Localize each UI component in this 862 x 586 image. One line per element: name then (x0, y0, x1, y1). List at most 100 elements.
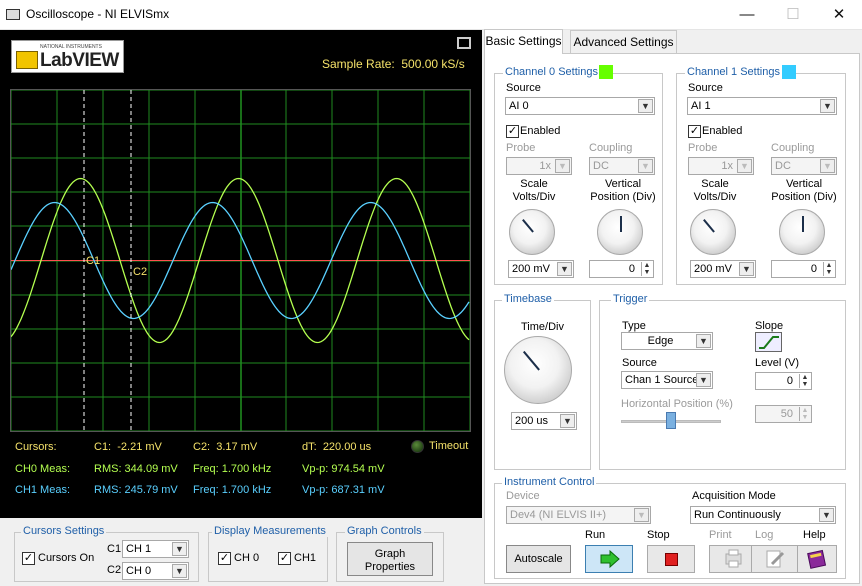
c2-select-label: C2 (107, 564, 122, 576)
channel1-title: Channel 1 Settings (685, 66, 782, 78)
restore-graph-icon[interactable] (457, 37, 471, 49)
time-div-value: 200 us (515, 415, 549, 427)
c1-channel-select[interactable]: CH 1 ▼ (122, 540, 189, 558)
dt-readout-label: dT: (302, 441, 317, 453)
chevron-down-icon: ▼ (557, 262, 572, 276)
spinner-arrows-icon[interactable]: ▲ ▼ (641, 262, 652, 276)
chevron-down-icon: ▼ (820, 159, 835, 173)
spinner-arrows-icon[interactable]: ▲ ▼ (823, 262, 834, 276)
ch1-vpos-value: 0 (810, 263, 817, 275)
horizontal-position-spinner[interactable]: 50 ▲ ▼ (755, 405, 812, 423)
spinner-arrows-icon[interactable]: ▲ ▼ (799, 407, 810, 421)
rising-slope-button[interactable] (755, 332, 782, 352)
ch1-freq: Freq: 1.700 kHz (193, 484, 272, 496)
knob-indicator (522, 219, 534, 233)
acquisition-mode-label: Acquisition Mode (692, 490, 776, 502)
ch1-scale-select[interactable]: 200 mV ▼ (690, 260, 756, 278)
ch1-source-select[interactable]: AI 1 ▼ (687, 97, 837, 115)
help-button[interactable] (797, 545, 837, 573)
sample-rate-readout: Sample Rate: 500.00 kS/s (322, 57, 465, 71)
knob-indicator (802, 216, 804, 232)
ch0-enabled-checkbox[interactable]: ✓ (506, 125, 519, 138)
device-select[interactable]: Dev4 (NI ELVIS II+) ▼ (506, 506, 651, 524)
ch1-source-value: AI 1 (691, 100, 711, 112)
cursors-on-checkbox[interactable]: ✓ (22, 552, 35, 565)
trigger-type-select[interactable]: Edge ▼ (621, 332, 713, 350)
ch0-scale-label: Scale Volts/Div (512, 178, 556, 203)
ch1-enabled-checkbox[interactable]: ✓ (688, 125, 701, 138)
ch1-probe-value: 1x (721, 160, 733, 172)
oscilloscope-graph[interactable]: C1 C2 (10, 89, 471, 432)
stop-square-icon (665, 553, 678, 566)
knob-indicator (620, 216, 622, 232)
help-label: Help (803, 529, 826, 541)
minimize-button[interactable]: — (724, 0, 770, 30)
device-value: Dev4 (NI ELVIS II+) (510, 509, 607, 521)
ch1-vpos-spinner[interactable]: 0 ▲ ▼ (771, 260, 836, 278)
chevron-down-icon: ▼ (172, 542, 187, 556)
trigger-title: Trigger (611, 293, 650, 305)
graph-properties-button[interactable]: Graph Properties (347, 542, 433, 576)
ch0-source-select[interactable]: AI 0 ▼ (505, 97, 655, 115)
cursor2-label: C2 (133, 266, 147, 278)
trigger-level-value: 0 (786, 375, 793, 387)
ch1-coupling-select[interactable]: DC ▼ (771, 157, 837, 175)
ch0-scale-knob[interactable] (509, 209, 555, 255)
log-pencil-icon (766, 550, 785, 568)
ch0-vpos-spinner[interactable]: 0 ▲ ▼ (589, 260, 654, 278)
maximize-button[interactable]: ☐ (770, 0, 816, 30)
trigger-source-value: Chan 1 Source (625, 374, 699, 386)
ch0-probe-select[interactable]: 1x ▼ (506, 157, 572, 175)
time-div-knob[interactable] (504, 336, 572, 404)
chevron-down-icon: ▼ (638, 99, 653, 113)
log-label: Log (755, 529, 774, 541)
ch0-display-checkbox[interactable]: ✓ (218, 552, 231, 565)
log-button[interactable] (751, 545, 799, 573)
tab-advanced-settings[interactable]: Advanced Settings (570, 30, 677, 54)
rising-slope-icon (759, 336, 779, 349)
ch0-source-label: Source (506, 82, 541, 94)
c1-select-label: C1 (107, 543, 122, 555)
help-book-icon (807, 549, 827, 569)
trigger-level-spinner[interactable]: 0 ▲ ▼ (755, 372, 812, 390)
acquisition-mode-select[interactable]: Run Continuously ▼ (690, 506, 836, 524)
ch1-scale-label: Scale Volts/Div (693, 178, 737, 203)
ch1-display-checkbox[interactable]: ✓ (278, 552, 291, 565)
c1-readout: C1: -2.21 mV (94, 441, 162, 453)
close-button[interactable]: ✕ (816, 0, 862, 30)
ch1-source-label: Source (688, 82, 723, 94)
print-button[interactable] (709, 545, 757, 573)
c2-channel-select[interactable]: CH 0 ▼ (122, 562, 189, 580)
ch0-coupling-select[interactable]: DC ▼ (589, 157, 655, 175)
c2-readout-value: 3.17 mV (216, 441, 258, 453)
run-button[interactable] (585, 545, 633, 573)
ch1-scale-value: 200 mV (694, 263, 732, 275)
ch1-vpos-knob[interactable] (779, 209, 825, 255)
autoscale-button[interactable]: Autoscale (506, 545, 571, 573)
ch0-coupling-value: DC (593, 160, 609, 172)
ch0-scale-select[interactable]: 200 mV ▼ (508, 260, 574, 278)
ch1-scale-knob[interactable] (690, 209, 736, 255)
c1-readout-value: -2.21 mV (117, 441, 162, 453)
ch1-probe-select[interactable]: 1x ▼ (688, 157, 754, 175)
window-title: Oscilloscope - NI ELVISmx (26, 7, 170, 21)
ch0-meas-label: CH0 Meas: (15, 463, 71, 475)
ch1-coupling-value: DC (775, 160, 791, 172)
stop-button[interactable] (647, 545, 695, 573)
print-label: Print (709, 529, 732, 541)
dt-readout: dT: 220.00 us (302, 441, 371, 453)
ch0-vpos-knob[interactable] (597, 209, 643, 255)
ch0-enabled-label: Enabled (520, 125, 561, 137)
channel1-color-swatch (782, 65, 796, 79)
display-measurements-title: Display Measurements (212, 525, 328, 537)
tab-basic-settings[interactable]: Basic Settings (484, 29, 563, 54)
trigger-source-select[interactable]: Chan 1 Source ▼ (621, 371, 713, 389)
ch0-vpp: Vp-p: 974.54 mV (302, 463, 385, 475)
ch1-coupling-label: Coupling (771, 142, 815, 154)
horizontal-position-slider[interactable] (666, 412, 676, 429)
ch0-source-value: AI 0 (509, 100, 529, 112)
horizontal-position-label: Horizontal Position (%) (621, 398, 733, 410)
ch0-rms: RMS: 344.09 mV (94, 463, 178, 475)
spinner-arrows-icon[interactable]: ▲ ▼ (799, 374, 810, 388)
time-div-select[interactable]: 200 us ▼ (511, 412, 577, 430)
